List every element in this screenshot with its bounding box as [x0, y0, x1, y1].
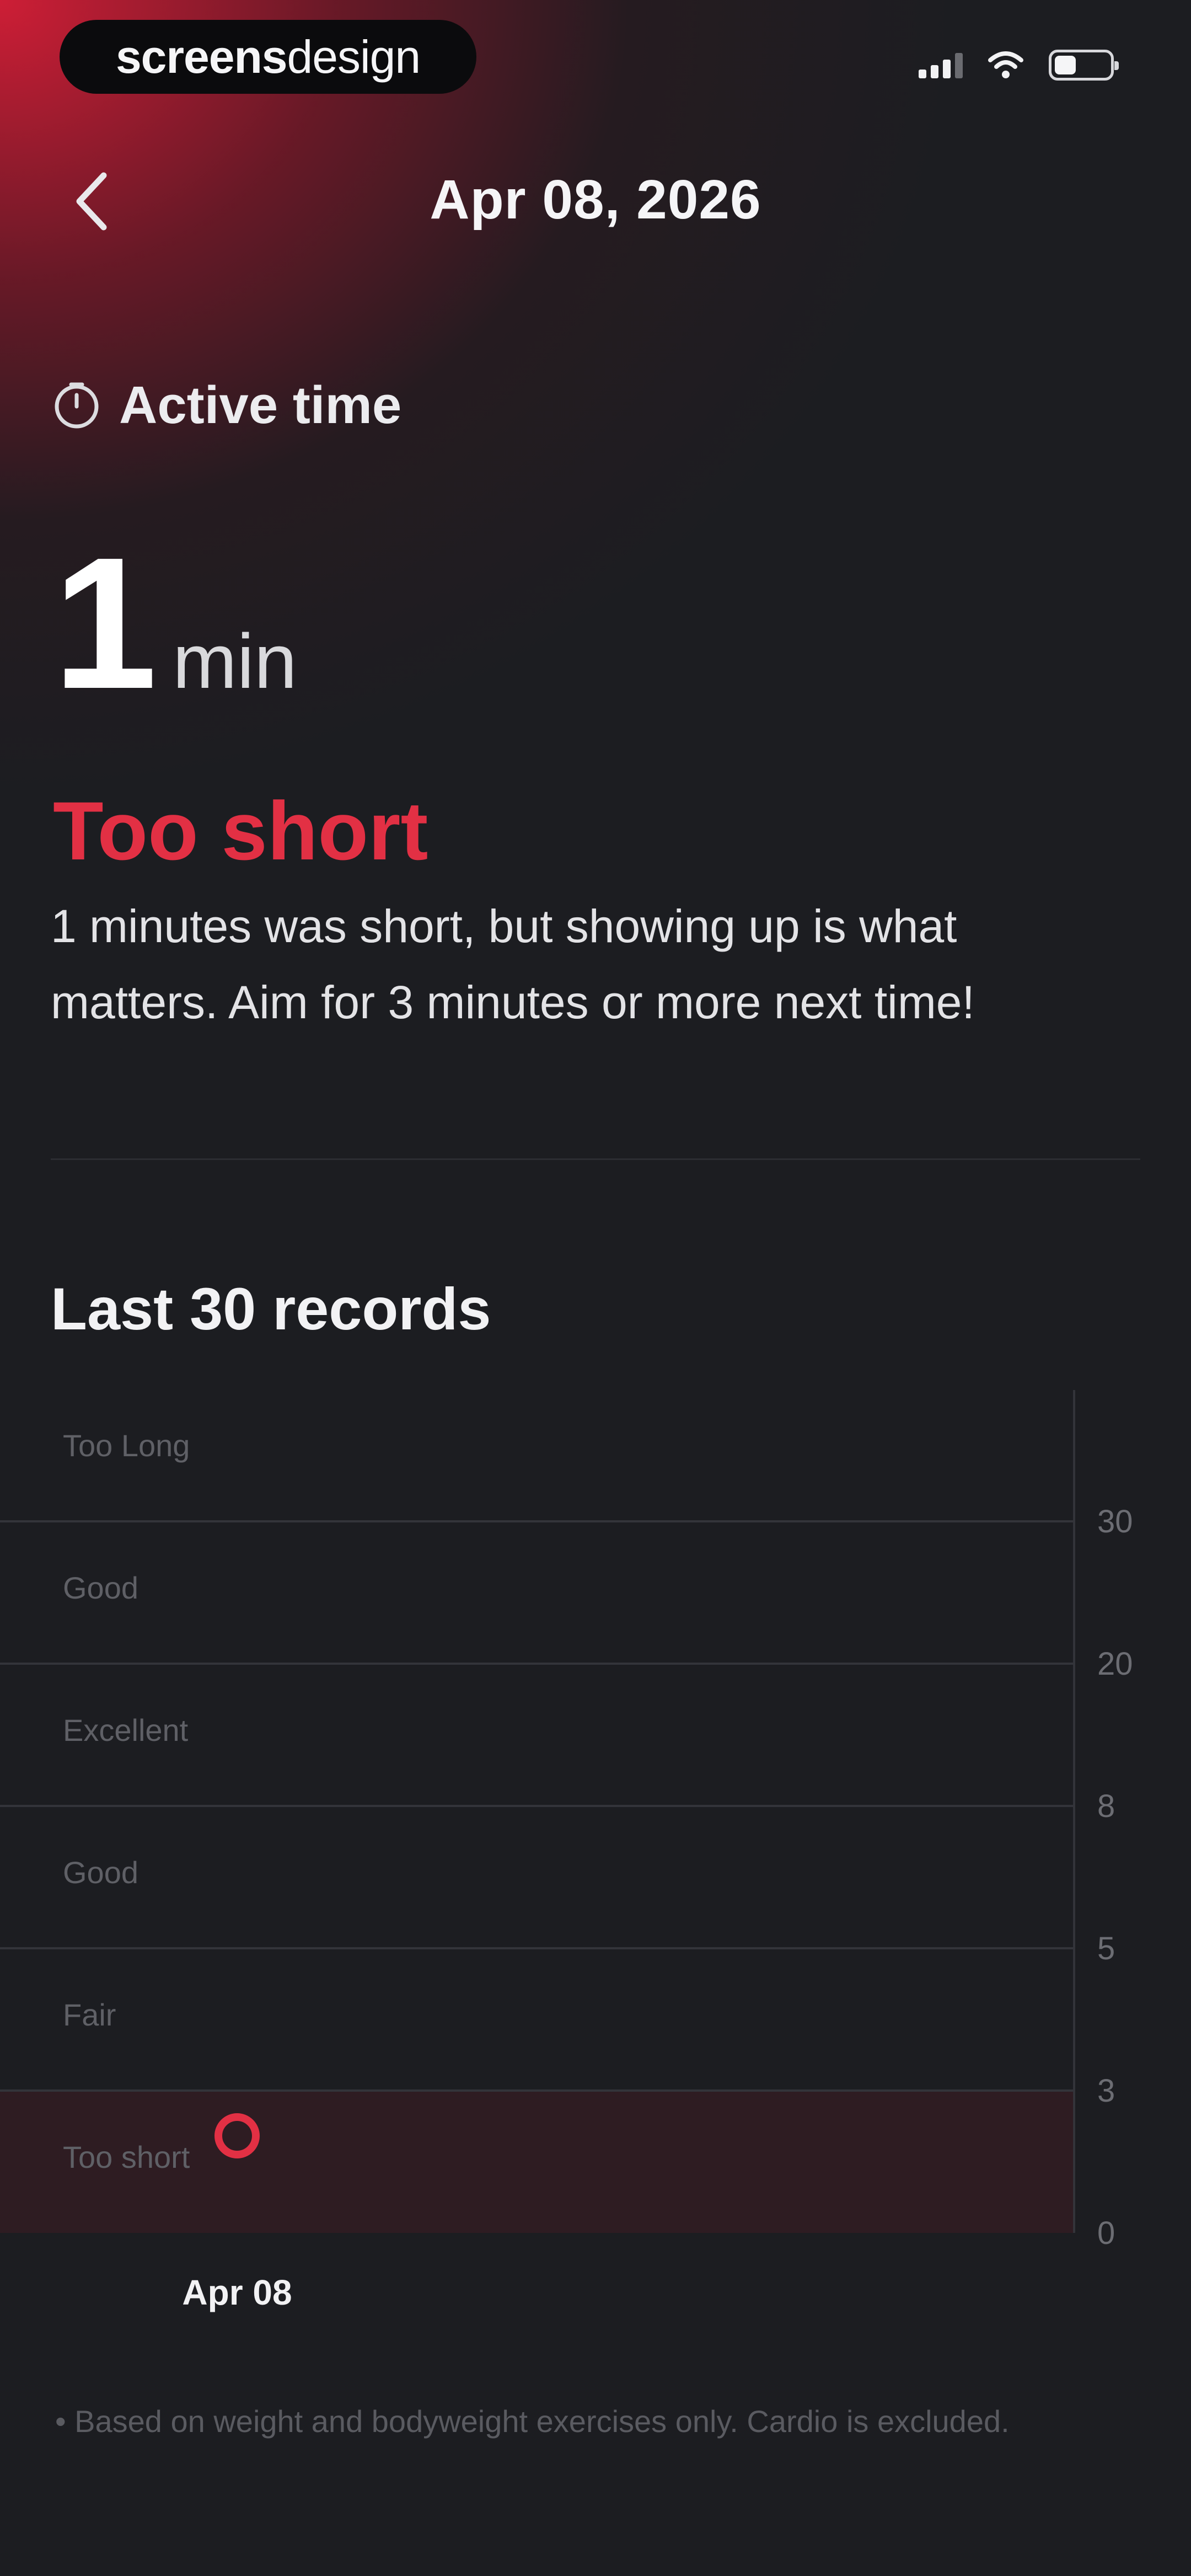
- band-label: Fair: [63, 1997, 116, 2032]
- records-chart: Too Long Good Excellent Good Fair Too short 30…: [0, 1379, 1191, 2328]
- status-icons: [919, 50, 1119, 81]
- rating-text: Too short: [53, 784, 428, 877]
- active-time-label: Active time: [53, 375, 401, 436]
- band-label: Excellent: [63, 1713, 189, 1747]
- rating-message: 1 minutes was short, but showing up is w…: [51, 900, 975, 1028]
- y-tick-label: 0: [1097, 2215, 1115, 2251]
- y-tick-label: 5: [1097, 1931, 1115, 1966]
- section-title: Last 30 records: [51, 1275, 491, 1342]
- brand-logo-pill: screens design: [60, 20, 476, 94]
- metric-value-row: 1 min: [53, 530, 297, 717]
- app-screen: screens design Apr 08, 2026 Active time …: [0, 0, 1191, 2576]
- footnote: • Based on weight and bodyweight exercis…: [55, 2404, 1010, 2439]
- x-tick-label: Apr 08: [182, 2273, 292, 2312]
- metric-unit: min: [173, 618, 297, 704]
- metric-value: 1: [53, 519, 157, 728]
- y-tick-label: 3: [1097, 2073, 1115, 2109]
- brand-text-bold: screens: [115, 30, 288, 83]
- records-chart-svg: Too LongGoodExcellentGoodFairToo short30…: [0, 1390, 1133, 2312]
- cellular-signal-icon: [919, 52, 963, 78]
- y-tick-label: 8: [1097, 1788, 1115, 1824]
- band-label: Too Long: [63, 1428, 190, 1463]
- wifi-icon: [988, 51, 1023, 79]
- battery-icon: [1049, 50, 1119, 81]
- metric-label-text: Active time: [119, 376, 402, 435]
- divider: [51, 1158, 1140, 1160]
- band-label: Too short: [63, 2140, 190, 2174]
- brand-text-light: design: [287, 30, 421, 83]
- band-label: Good: [63, 1570, 138, 1605]
- y-tick-label: 30: [1097, 1504, 1133, 1540]
- status-bar: screens design: [0, 0, 1191, 121]
- clock-icon: [55, 382, 99, 429]
- y-tick-label: 20: [1097, 1646, 1133, 1682]
- band-label: Good: [63, 1855, 138, 1890]
- page-title: Apr 08, 2026: [430, 169, 761, 231]
